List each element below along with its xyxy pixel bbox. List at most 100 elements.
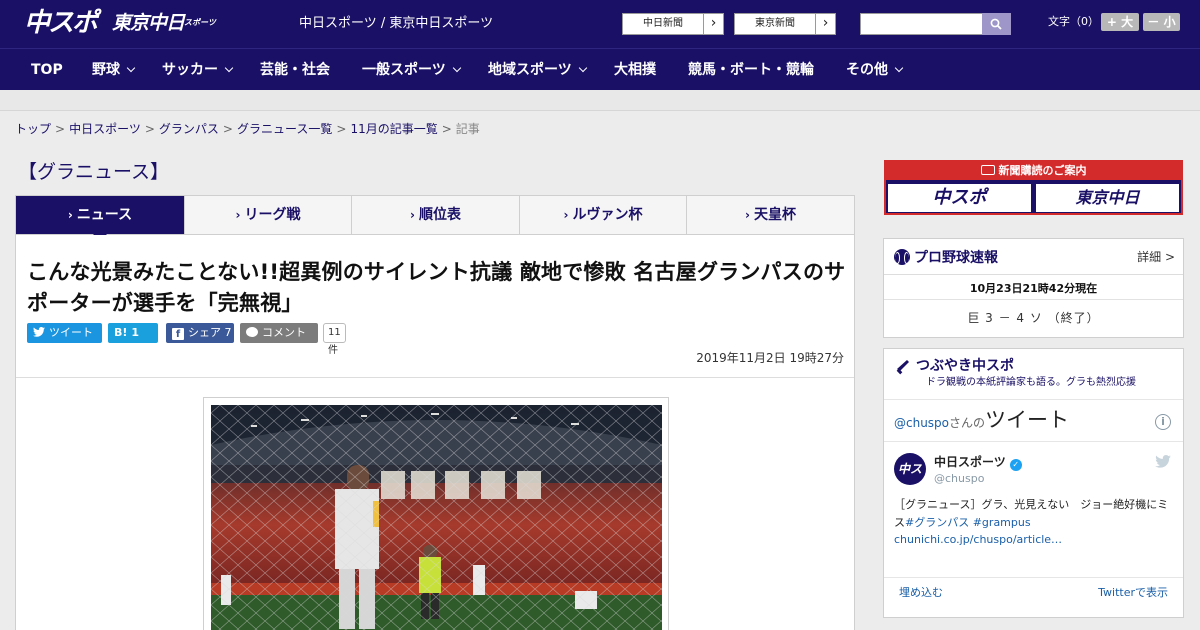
twitter-bird-icon[interactable] bbox=[1155, 455, 1171, 468]
nav-label: 大相撲 bbox=[614, 62, 656, 78]
view-on-twitter-link[interactable]: Twitterで表示 bbox=[1098, 586, 1168, 600]
subscribe-chuspo-logo[interactable]: 中スポ bbox=[888, 184, 1031, 212]
chevron-right-icon: › bbox=[235, 208, 241, 222]
info-icon[interactable]: i bbox=[1155, 414, 1171, 430]
hatena-bookmark-button[interactable]: B! 1 bbox=[108, 323, 158, 343]
breadcrumb-granews-list[interactable]: グラニュース一覧 bbox=[237, 122, 332, 136]
breadcrumb-separator: > bbox=[55, 122, 66, 136]
tweet-button[interactable]: ツイート bbox=[27, 323, 102, 343]
baseball-box-header: プロ野球速報 詳細 > bbox=[884, 239, 1183, 275]
timeline-san: さんの bbox=[949, 416, 986, 430]
nav-label: 競馬・ボート・競輪 bbox=[688, 62, 814, 78]
article-divider bbox=[16, 377, 854, 378]
tokyo-logo-text: 東京中日 bbox=[112, 12, 185, 34]
font-size-label: 文字（0） bbox=[1048, 15, 1099, 28]
nav-item-general-sports[interactable]: 一般スポーツ bbox=[362, 61, 461, 79]
facebook-share-label: シェア bbox=[188, 326, 221, 339]
chunichi-shimbun-link[interactable]: 中日新聞 › bbox=[622, 13, 724, 35]
verified-icon: ✓ bbox=[1009, 459, 1022, 471]
baseball-icon bbox=[894, 249, 910, 265]
tab-levain-cup[interactable]: › ルヴァン杯 bbox=[520, 196, 687, 234]
nav-item-keiba[interactable]: 競馬・ボート・競輪 bbox=[688, 61, 814, 79]
comment-button[interactable]: コメント bbox=[240, 323, 318, 343]
tab-league[interactable]: › リーグ戦 bbox=[185, 196, 352, 234]
tab-standings[interactable]: › 順位表 bbox=[352, 196, 520, 234]
tsubuyaki-subtitle: ドラ観戦の本紙評論家も語る。グラも熱烈応援 bbox=[926, 377, 1136, 388]
subscription-heading: 新聞購読のご案内 bbox=[886, 162, 1181, 180]
search-button[interactable] bbox=[982, 13, 1011, 35]
nav-label: 地域スポーツ bbox=[488, 62, 572, 78]
score-updated-time: 10月23日21時42分現在 bbox=[969, 282, 1098, 295]
game-score[interactable]: 巨 3 － 4 ソ （終了） bbox=[884, 310, 1183, 326]
timeline-title: ツイート bbox=[985, 408, 1070, 432]
timeline-footer-divider bbox=[884, 577, 1183, 578]
article-photo[interactable] bbox=[211, 405, 662, 630]
section-title: 【グラニュース】 bbox=[18, 161, 170, 183]
timeline-handle-link[interactable]: @chuspo bbox=[894, 416, 949, 430]
search-input[interactable] bbox=[860, 13, 983, 35]
nav-item-other[interactable]: その他 bbox=[846, 61, 904, 79]
breadcrumb-november-list[interactable]: 11月の記事一覧 bbox=[350, 122, 437, 136]
avatar[interactable]: 中スポ bbox=[894, 453, 926, 508]
hashtag-link[interactable]: #グランパス bbox=[905, 516, 969, 529]
breadcrumb-current: 記事 bbox=[455, 122, 480, 136]
nav-item-sumo[interactable]: 大相撲 bbox=[614, 61, 656, 79]
tweet-text: ［グラニュース］グラ、光見えない ジョー絶好機にミス#グランパス #grampu… bbox=[894, 496, 1176, 532]
facebook-icon: f bbox=[172, 328, 184, 340]
tokyo-shimbun-link[interactable]: 東京新聞 › bbox=[734, 13, 836, 35]
stadium-photo-illustration bbox=[211, 405, 662, 630]
search-icon bbox=[990, 18, 1002, 30]
facebook-share-count: 7 bbox=[224, 326, 232, 339]
nav-label: TOP bbox=[31, 62, 63, 78]
comment-count: 11件 bbox=[323, 323, 346, 356]
subscription-heading-text: 新聞購読のご案内 bbox=[998, 164, 1087, 177]
font-larger-button[interactable]: + 大 bbox=[1101, 13, 1139, 31]
tab-label: ニュース bbox=[76, 207, 133, 223]
subscription-banner[interactable]: 新聞購読のご案内 中スポ 東京中日 bbox=[884, 160, 1183, 215]
hashtag-link[interactable]: #grampus bbox=[973, 516, 1031, 529]
chuspo-logo[interactable]: 中スポ bbox=[24, 9, 98, 37]
facebook-share-button[interactable]: f シェア 7 bbox=[166, 323, 234, 343]
breadcrumb: トップ > 中日スポーツ > グランパス > グラニュース一覧 >11月の記事一覧 > 記事 bbox=[15, 121, 480, 137]
hatena-count: 1 bbox=[131, 326, 140, 339]
nav-label: 一般スポーツ bbox=[362, 62, 446, 78]
tsubuyaki-title: つぶやき中スポ bbox=[916, 358, 1014, 374]
chevron-down-icon bbox=[578, 63, 587, 73]
chevron-down-icon bbox=[452, 63, 461, 73]
subscribe-tokyo-logo[interactable]: 東京中日 bbox=[1036, 184, 1179, 212]
nav-label: 芸能・社会 bbox=[260, 62, 330, 78]
tweet-author-handle[interactable]: @chuspo bbox=[934, 472, 984, 486]
breadcrumb-chunichi-sports[interactable]: 中日スポーツ bbox=[69, 122, 141, 136]
tab-news[interactable]: › ニュース bbox=[16, 196, 185, 241]
tweet-article-link[interactable]: chunichi.co.jp/chuspo/article… bbox=[894, 532, 1062, 548]
speech-bubble-icon bbox=[246, 327, 258, 337]
hatena-icon: B! bbox=[114, 326, 128, 339]
breadcrumb-grampus[interactable]: グランパス bbox=[159, 122, 219, 136]
nav-item-baseball[interactable]: 野球 bbox=[92, 61, 136, 79]
tokyo-logo-small: スポーツ bbox=[184, 18, 216, 27]
tab-label: リーグ戦 bbox=[244, 207, 301, 223]
baseball-box-title: プロ野球速報 bbox=[914, 250, 998, 266]
font-smaller-button[interactable]: － 小 bbox=[1143, 13, 1180, 31]
chevron-right-icon: › bbox=[563, 208, 569, 222]
embed-link[interactable]: 埋め込む bbox=[899, 586, 943, 600]
nav-item-top[interactable]: TOP bbox=[31, 61, 63, 79]
chevron-right-icon: › bbox=[815, 14, 835, 34]
article: こんな光景みたことない!!超異例のサイレント抗議 敵地で惨敗 名古屋グランパスの… bbox=[15, 235, 855, 630]
tweet-author-name[interactable]: 中日スポーツ ✓ bbox=[934, 454, 1022, 471]
megaphone-icon bbox=[896, 360, 909, 375]
breadcrumb-top[interactable]: トップ bbox=[15, 122, 51, 136]
tab-label: 天皇杯 bbox=[753, 207, 796, 223]
paper-link-label: 東京新聞 bbox=[755, 18, 795, 29]
nav-item-soccer[interactable]: サッカー bbox=[162, 61, 234, 79]
nav-item-local-sports[interactable]: 地域スポーツ bbox=[488, 61, 587, 79]
nav-item-entertainment[interactable]: 芸能・社会 bbox=[260, 61, 330, 79]
site-header: 中スポ 東京中日スポーツ 中日スポーツ / 東京中日スポーツ 中日新聞 › 東京… bbox=[0, 0, 1200, 48]
baseball-live-box: プロ野球速報 詳細 > 10月23日21時42分現在 巨 3 － 4 ソ （終了… bbox=[883, 238, 1184, 338]
baseball-detail-link[interactable]: 詳細 > bbox=[1137, 249, 1175, 265]
tab-label: 順位表 bbox=[418, 207, 461, 223]
site-name: 中日スポーツ / 東京中日スポーツ bbox=[299, 16, 494, 31]
tokyo-chunichi-logo[interactable]: 東京中日スポーツ bbox=[112, 11, 216, 35]
tab-emperors-cup[interactable]: › 天皇杯 bbox=[687, 196, 854, 234]
twitter-bird-icon bbox=[33, 327, 45, 337]
